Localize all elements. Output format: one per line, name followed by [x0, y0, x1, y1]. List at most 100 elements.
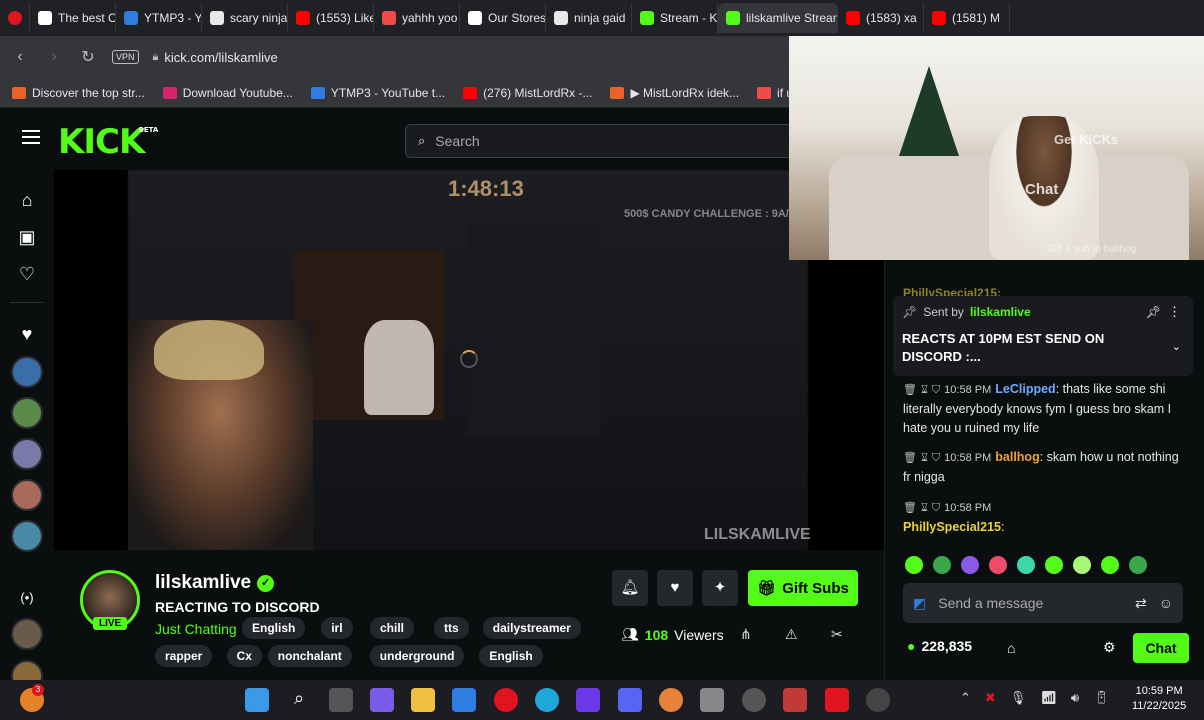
emote-icon[interactable]: [1129, 556, 1147, 574]
app-icon[interactable]: [825, 688, 849, 712]
browser-tab[interactable]: The best C: [30, 3, 116, 33]
emote-icon[interactable]: [905, 556, 923, 574]
taskview-icon[interactable]: [329, 688, 353, 712]
app-icon[interactable]: [783, 688, 807, 712]
app-tray-icon[interactable]: ✖︎: [985, 690, 996, 706]
emote-icon[interactable]: [933, 556, 951, 574]
tag-chip[interactable]: nonchalant: [267, 645, 352, 667]
emote-icon[interactable]: [1073, 556, 1091, 574]
chat-username[interactable]: PhillySpecial215: [903, 520, 1001, 534]
timeout-icon[interactable]: ⌛︎: [921, 384, 928, 396]
channel-avatar[interactable]: [11, 397, 43, 429]
browser-tab[interactable]: Our Stores: [460, 3, 546, 33]
reload-icon[interactable]: ↻: [78, 47, 98, 67]
copilot-icon[interactable]: [370, 688, 394, 712]
category-link[interactable]: Just Chatting: [155, 621, 237, 637]
media-player-icon[interactable]: [866, 688, 890, 712]
chevron-up-icon[interactable]: ⌃: [960, 690, 971, 706]
tag-chip[interactable]: tts: [434, 617, 469, 639]
boost-icon[interactable]: ◩: [913, 595, 926, 612]
browser-tab[interactable]: Stream - K: [632, 3, 718, 33]
video-player[interactable]: 1:48:13 500$ CANDY CHALLENGE : 9A/1.12 L…: [54, 170, 884, 550]
delete-icon[interactable]: 🗑︎: [903, 452, 917, 464]
browser-tab[interactable]: (1581) M: [924, 3, 1010, 33]
tag-chip[interactable]: English: [242, 617, 306, 639]
bookmark-item[interactable]: YTMP3 - YouTube t...: [310, 86, 445, 100]
bookmark-item[interactable]: Download Youtube...: [162, 86, 293, 100]
discord-icon[interactable]: [618, 688, 642, 712]
kicks-balance[interactable]: ● 228,835: [907, 638, 972, 654]
search-input[interactable]: ⌕ Search: [405, 124, 795, 158]
volume-icon[interactable]: 🔊︎: [1071, 690, 1079, 706]
battery-icon[interactable]: 🔋︎: [1093, 690, 1110, 706]
chat-message-input[interactable]: ◩ Send a message ⇄ ☺︎: [903, 583, 1183, 623]
chat-username[interactable]: LeClipped: [995, 382, 1055, 396]
browse-icon[interactable]: ▣: [14, 224, 40, 250]
settings-gear-icon[interactable]: ⚙︎: [1103, 639, 1116, 656]
clip-icon[interactable]: ✂︎: [831, 626, 843, 643]
tag-chip[interactable]: irl: [321, 617, 353, 639]
chat-send-button[interactable]: Chat: [1133, 633, 1189, 663]
edge-icon[interactable]: [535, 688, 559, 712]
opera-icon[interactable]: [494, 688, 518, 712]
hamburger-menu-icon[interactable]: [22, 130, 40, 144]
vpn-badge[interactable]: VPN: [112, 50, 139, 64]
chevron-down-icon[interactable]: ⌄: [1172, 340, 1181, 353]
bookmark-item[interactable]: ▶ MistLordRx idek...: [610, 86, 739, 100]
browser-tab[interactable]: (1583) xa: [838, 3, 924, 33]
translate-icon[interactable]: ⇄: [1135, 595, 1147, 612]
tag-chip[interactable]: chill: [370, 617, 415, 639]
pinned-message[interactable]: 📌︎ Sent by lilskamlive 📌︎ ⋮ REACTS AT 10PM…: [893, 296, 1193, 376]
store-icon[interactable]: ⌂: [1007, 640, 1015, 656]
tag-chip[interactable]: underground: [369, 645, 465, 667]
following-icon[interactable]: ♡: [14, 261, 40, 287]
gift-subs-button[interactable]: 🎁︎ Gift Subs: [748, 570, 858, 606]
channel-avatar[interactable]: [11, 356, 43, 388]
tag-chip[interactable]: dailystreamer: [482, 617, 581, 639]
more-options-icon[interactable]: ⋮: [1168, 304, 1181, 320]
system-clock[interactable]: 10:59 PM 11/22/2025: [1132, 684, 1186, 714]
emote-icon[interactable]: [1101, 556, 1119, 574]
browser-tab[interactable]: yahhh yoo: [374, 3, 460, 33]
outlook-icon[interactable]: [452, 688, 476, 712]
microphone-icon[interactable]: 🎙︎: [1010, 690, 1027, 706]
chat-username[interactable]: ballhog: [995, 450, 1039, 464]
camera-icon[interactable]: [700, 688, 724, 712]
wifi-icon[interactable]: 📶︎: [1040, 690, 1057, 706]
channel-avatar[interactable]: [11, 438, 43, 470]
report-icon[interactable]: ⚠︎: [785, 626, 798, 643]
bookmark-item[interactable]: Discover the top str...: [12, 86, 145, 100]
app-icon[interactable]: [576, 688, 600, 712]
browser-tab[interactable]: ninja gaid: [546, 3, 632, 33]
share-icon[interactable]: ⋔: [740, 626, 752, 643]
unpin-icon[interactable]: 📌︎: [1146, 305, 1161, 319]
tag-chip[interactable]: English: [479, 645, 543, 667]
file-explorer-icon[interactable]: [411, 688, 435, 712]
follow-heart-icon[interactable]: ♥: [657, 570, 693, 606]
delete-icon[interactable]: 🗑︎: [903, 384, 917, 396]
home-icon[interactable]: ⌂: [14, 187, 40, 213]
app-icon[interactable]: [659, 688, 683, 712]
timeout-icon[interactable]: ⌛︎: [921, 502, 928, 514]
back-icon[interactable]: ‹: [10, 48, 30, 66]
browser-tab[interactable]: lilskamlive Stream: [718, 3, 838, 33]
url-field[interactable]: kick.com/lilskamlive: [164, 50, 277, 65]
emote-icon[interactable]: [989, 556, 1007, 574]
sparkle-icon[interactable]: ✦: [702, 570, 738, 606]
emote-icon[interactable]: [1017, 556, 1035, 574]
app-icon[interactable]: [742, 688, 766, 712]
bookmark-item[interactable]: (276) MistLordRx -...: [463, 86, 592, 100]
notification-bell-icon[interactable]: 🔔︎: [612, 570, 648, 606]
channel-avatar[interactable]: [11, 479, 43, 511]
emoji-icon[interactable]: ☺︎: [1159, 595, 1173, 611]
search-icon[interactable]: ⌕: [287, 688, 311, 712]
tag-chip[interactable]: rapper: [155, 645, 213, 667]
timeout-icon[interactable]: ⌛︎: [921, 452, 928, 464]
start-icon[interactable]: [245, 688, 269, 712]
browser-tab[interactable]: YTMP3 - Y: [116, 3, 202, 33]
channel-avatar[interactable]: [11, 618, 43, 650]
browser-tab[interactable]: (1553) Like: [288, 3, 374, 33]
emote-icon[interactable]: [1045, 556, 1063, 574]
tag-chip[interactable]: Cx: [226, 645, 262, 667]
forward-icon[interactable]: ›: [44, 48, 64, 66]
